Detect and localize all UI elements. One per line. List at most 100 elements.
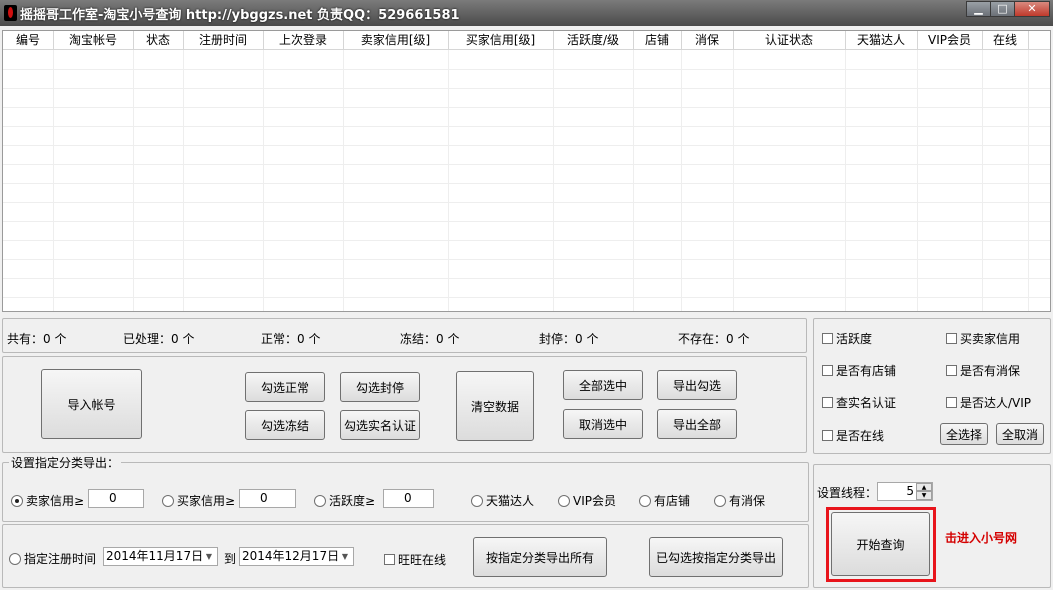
col-protect[interactable]: 消保: [681, 31, 734, 50]
grid-column-line: [982, 50, 983, 311]
clear-data-button[interactable]: 清空数据: [456, 371, 534, 441]
check-normal-button[interactable]: 勾选正常: [245, 372, 325, 402]
filter-shop-label: 是否有店铺: [836, 364, 897, 378]
grid-column-line: [553, 50, 554, 311]
grid-row-line: [3, 183, 1050, 184]
wangwang-online-checkbox[interactable]: 旺旺在线: [384, 551, 446, 568]
activity-label: 活跃度≥: [329, 494, 376, 508]
filter-panel: 活跃度 买卖家信用 是否有店铺 是否有消保 查实名认证 是否达人/VIP 是否在…: [813, 318, 1051, 454]
filter-realname-checkbox[interactable]: 查实名认证: [822, 394, 896, 411]
cancel-all-filters-button[interactable]: 全取消: [996, 423, 1044, 445]
spin-down-icon[interactable]: ▼: [916, 491, 932, 500]
grid-row-line: [3, 107, 1050, 108]
grid-column-line: [917, 50, 918, 311]
grid-row-line: [3, 278, 1050, 279]
col-online[interactable]: 在线: [982, 31, 1029, 50]
small-account-site-link[interactable]: 击进入小号网: [945, 529, 1017, 546]
category-export-title: 设置指定分类导出：: [9, 454, 122, 471]
export-checked-by-category-button[interactable]: 已勾选按指定分类导出: [649, 537, 783, 577]
tmall-label: 天猫达人: [486, 494, 535, 508]
stat-processed: 已处理：0 个: [123, 332, 195, 346]
date-to-picker[interactable]: 2014年12月17日 ▼: [239, 547, 354, 566]
date-from-value: 2014年11月17日: [106, 549, 204, 563]
col-auth[interactable]: 认证状态: [733, 31, 846, 50]
seller-credit-label: 卖家信用≥: [26, 494, 85, 508]
select-all-button[interactable]: 全部选中: [563, 370, 643, 400]
reg-time-radio[interactable]: 指定注册时间: [9, 550, 96, 567]
grid-row-line: [3, 202, 1050, 203]
check-realname-button[interactable]: 勾选实名认证: [340, 410, 420, 440]
import-accounts-button[interactable]: 导入帐号: [41, 369, 142, 439]
date-export-panel: 指定注册时间 2014年11月17日 ▼ 到 2014年12月17日 ▼ 旺旺在线 …: [2, 524, 809, 588]
col-id[interactable]: 编号: [3, 31, 54, 50]
vip-radio[interactable]: VIP会员: [558, 492, 616, 509]
check-frozen-button[interactable]: 勾选冻结: [245, 410, 325, 440]
tmall-radio[interactable]: 天猫达人: [471, 492, 534, 509]
filter-vip-checkbox[interactable]: 是否达人/VIP: [946, 394, 1031, 411]
activity-radio[interactable]: 活跃度≥: [314, 492, 375, 509]
actions-panel: 导入帐号 勾选正常 勾选封停 勾选冻结 勾选实名认证 清空数据 全部选中 导出勾…: [2, 356, 807, 453]
stat-missing: 不存在：0 个: [678, 332, 750, 346]
shop-radio[interactable]: 有店铺: [639, 492, 690, 509]
grid-row-line: [3, 240, 1050, 241]
col-reg-time[interactable]: 注册时间: [183, 31, 264, 50]
filter-online-checkbox[interactable]: 是否在线: [822, 427, 884, 444]
activity-input[interactable]: 0: [383, 489, 434, 508]
seller-credit-input[interactable]: 0: [88, 489, 144, 508]
grid-column-line: [343, 50, 344, 311]
grid-header: 编号 淘宝帐号 状态 注册时间 上次登录 卖家信用[级] 买家信用[级] 活跃度…: [3, 31, 1050, 50]
grid-row-line: [3, 297, 1050, 298]
deselect-button[interactable]: 取消选中: [563, 409, 643, 439]
threads-spinner[interactable]: 5 ▲ ▼: [877, 482, 933, 501]
buyer-credit-radio[interactable]: 买家信用≥: [162, 492, 235, 509]
export-checked-button[interactable]: 导出勾选: [657, 370, 737, 400]
export-by-category-button[interactable]: 按指定分类导出所有: [473, 537, 607, 577]
grid-column-line: [53, 50, 54, 311]
filter-shop-checkbox[interactable]: 是否有店铺: [822, 362, 896, 379]
protect-radio[interactable]: 有消保: [714, 492, 765, 509]
grid-column-line: [845, 50, 846, 311]
col-tmall[interactable]: 天猫达人: [845, 31, 918, 50]
select-all-filters-button[interactable]: 全选择: [940, 423, 988, 445]
date-from-picker[interactable]: 2014年11月17日 ▼: [103, 547, 218, 566]
threads-value: 5: [906, 484, 914, 498]
dropdown-arrow-icon: ▼: [205, 552, 213, 561]
grid-row-line: [3, 88, 1050, 89]
col-status[interactable]: 状态: [133, 31, 184, 50]
grid-column-line: [263, 50, 264, 311]
shop-label: 有店铺: [654, 494, 691, 508]
date-to-label: 到: [224, 552, 237, 566]
spin-up-icon[interactable]: ▲: [916, 483, 932, 491]
check-banned-button[interactable]: 勾选封停: [340, 372, 420, 402]
start-query-button[interactable]: 开始查询: [831, 512, 930, 576]
filter-protect-checkbox[interactable]: 是否有消保: [946, 362, 1020, 379]
maximize-button[interactable]: □: [990, 1, 1015, 17]
col-vip[interactable]: VIP会员: [917, 31, 983, 50]
grid-column-line: [133, 50, 134, 311]
stat-banned: 封停：0 个: [539, 332, 599, 346]
col-buyer-credit[interactable]: 买家信用[级]: [448, 31, 554, 50]
col-activity[interactable]: 活跃度/级: [553, 31, 634, 50]
minimize-button[interactable]: ▁: [966, 1, 991, 17]
grid-row-line: [3, 221, 1050, 222]
col-last-login[interactable]: 上次登录: [263, 31, 344, 50]
export-all-button[interactable]: 导出全部: [657, 409, 737, 439]
close-button[interactable]: ✕: [1014, 1, 1050, 17]
filter-activity-checkbox[interactable]: 活跃度: [822, 330, 872, 347]
category-export-group: 设置指定分类导出： 卖家信用≥ 0 买家信用≥ 0 活跃度≥ 0 天猫达人 VI…: [2, 454, 809, 522]
grid-row-line: [3, 145, 1050, 146]
title-bar[interactable]: 摇摇哥工作室-淘宝小号查询 http://ybggzs.net 负责QQ：529…: [0, 0, 1053, 26]
stats-panel: 共有：0 个 已处理：0 个 正常：0 个 冻结：0 个 封停：0 个 不存在：…: [2, 318, 807, 353]
vip-label: VIP会员: [573, 494, 616, 508]
buyer-credit-label: 买家信用≥: [177, 494, 236, 508]
filter-credit-checkbox[interactable]: 买卖家信用: [946, 330, 1020, 347]
account-grid[interactable]: 编号 淘宝帐号 状态 注册时间 上次登录 卖家信用[级] 买家信用[级] 活跃度…: [2, 30, 1051, 312]
col-account[interactable]: 淘宝帐号: [53, 31, 134, 50]
seller-credit-radio[interactable]: 卖家信用≥: [11, 492, 84, 509]
run-panel: 设置线程： 5 ▲ ▼ 开始查询 击进入小号网: [813, 464, 1051, 588]
buyer-credit-input[interactable]: 0: [239, 489, 296, 508]
grid-column-line: [633, 50, 634, 311]
col-seller-credit[interactable]: 卖家信用[级]: [343, 31, 449, 50]
col-shop[interactable]: 店铺: [633, 31, 682, 50]
grid-column-line: [448, 50, 449, 311]
